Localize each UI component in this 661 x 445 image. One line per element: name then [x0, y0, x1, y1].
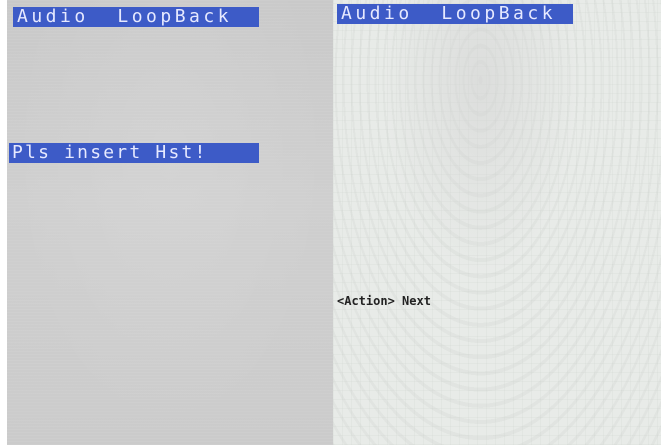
screen-title: Audio LoopBack — [13, 7, 259, 27]
left-device-screen: Audio LoopBack Pls insert Hst! — [7, 0, 334, 445]
screen-title: Audio LoopBack — [337, 4, 573, 24]
right-device-screen: Audio LoopBack <Action> Next — [333, 0, 661, 445]
action-next-hint[interactable]: <Action> Next — [337, 293, 431, 309]
insert-headset-prompt: Pls insert Hst! — [9, 143, 259, 163]
